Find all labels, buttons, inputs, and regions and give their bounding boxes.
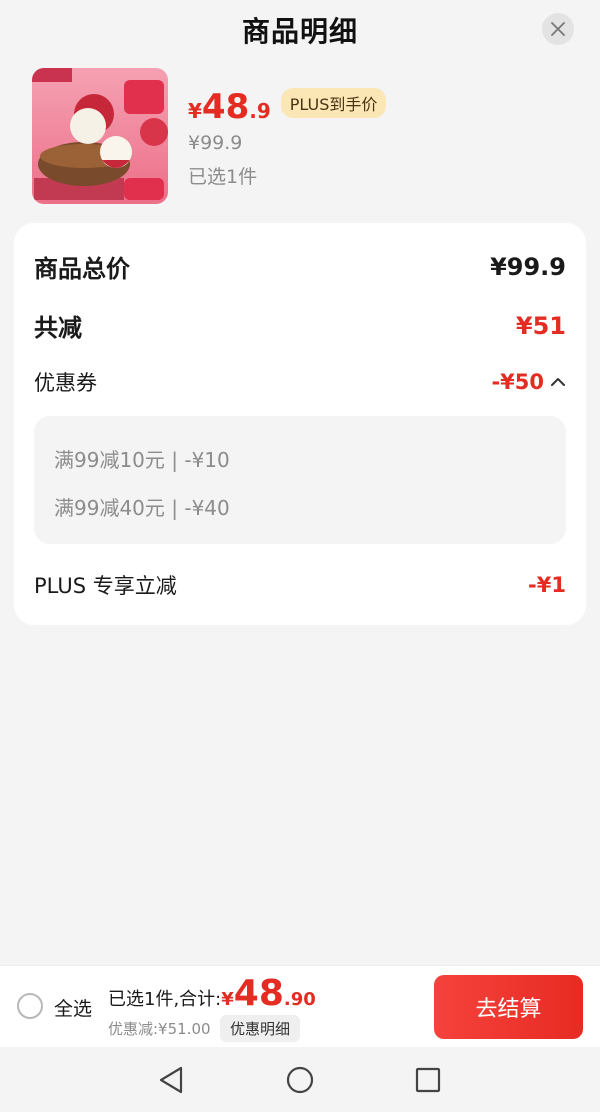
coupon-row[interactable]: 优惠券 -¥50 <box>34 367 566 397</box>
home-circle-icon <box>286 1066 314 1094</box>
back-triangle-icon <box>159 1066 183 1094</box>
plus-discount-value: -¥1 <box>528 573 566 597</box>
coupon-value: -¥50 <box>491 370 544 394</box>
total-price-label: 商品总价 <box>34 255 130 283</box>
plus-discount-label: PLUS 专享立减 <box>34 574 177 598</box>
close-button[interactable] <box>542 13 574 45</box>
coupon-detail-list: 满99减10元 | -¥10 满99减40元 | -¥40 <box>34 416 566 544</box>
header: 商品明细 <box>0 0 600 56</box>
system-nav-bar <box>0 1047 600 1112</box>
price-symbol: ¥ <box>188 99 202 123</box>
coupon-item: 满99减10元 | -¥10 <box>54 448 230 472</box>
total-reduce-value: ¥51 <box>515 311 566 340</box>
total-price-row: 商品总价 ¥99.9 <box>34 249 566 284</box>
total-price-value: ¥99.9 <box>490 252 566 281</box>
total-decimal: .90 <box>283 989 316 1010</box>
home-button[interactable] <box>285 1065 315 1095</box>
close-icon <box>551 22 565 36</box>
discount-detail-button[interactable]: 优惠明细 <box>220 1015 301 1042</box>
total-prefix: 已选1件,合计: <box>108 989 222 1010</box>
price-breakdown-card: 商品总价 ¥99.9 共减 ¥51 优惠券 -¥50 满99减10元 | -¥1… <box>14 223 586 625</box>
price-decimal: .9 <box>249 99 271 123</box>
plus-price-tag: PLUS到手价 <box>280 88 387 118</box>
product-image[interactable] <box>32 68 168 204</box>
original-price: ¥99.9 <box>188 132 243 154</box>
selected-count: 已选1件 <box>188 166 258 188</box>
chevron-up-icon <box>551 378 565 386</box>
plus-price: ¥ 48 .9 PLUS到手价 <box>188 87 387 127</box>
coupon-toggle[interactable]: -¥50 <box>491 370 566 394</box>
page-title: 商品明细 <box>241 15 358 48</box>
lychee-product-image <box>32 68 168 204</box>
coupon-item: 满99减40元 | -¥40 <box>54 496 230 520</box>
checkout-button[interactable]: 去结算 <box>434 975 583 1039</box>
total-symbol: ¥ <box>221 989 234 1010</box>
select-all-checkbox[interactable] <box>17 993 43 1019</box>
recents-button[interactable] <box>413 1065 443 1095</box>
total-reduce-row: 共减 ¥51 <box>34 308 566 343</box>
recents-square-icon <box>415 1067 441 1093</box>
coupon-label: 优惠券 <box>34 371 97 395</box>
plus-discount-row: PLUS 专享立减 -¥1 <box>34 570 566 600</box>
select-all-label[interactable]: 全选 <box>54 994 92 1021</box>
discount-summary: 优惠减:¥51.00 <box>108 1020 211 1038</box>
checkout-bar: 全选 已选1件,合计: ¥ 48 .90 优惠减:¥51.00 优惠明细 去结算 <box>0 965 600 1047</box>
page: 商品明细 ¥ 48 .9 PLUS到手价 ¥99.9 已选1件 商品总价 ¥99… <box>0 0 600 1112</box>
total-integer: 48 <box>233 973 284 1014</box>
total-reduce-label: 共减 <box>34 314 82 342</box>
back-button[interactable] <box>157 1065 187 1095</box>
order-total: 已选1件,合计: ¥ 48 .90 <box>108 974 316 1014</box>
product-summary: ¥ 48 .9 PLUS到手价 ¥99.9 已选1件 <box>32 68 572 204</box>
price-integer: 48 <box>201 87 250 127</box>
